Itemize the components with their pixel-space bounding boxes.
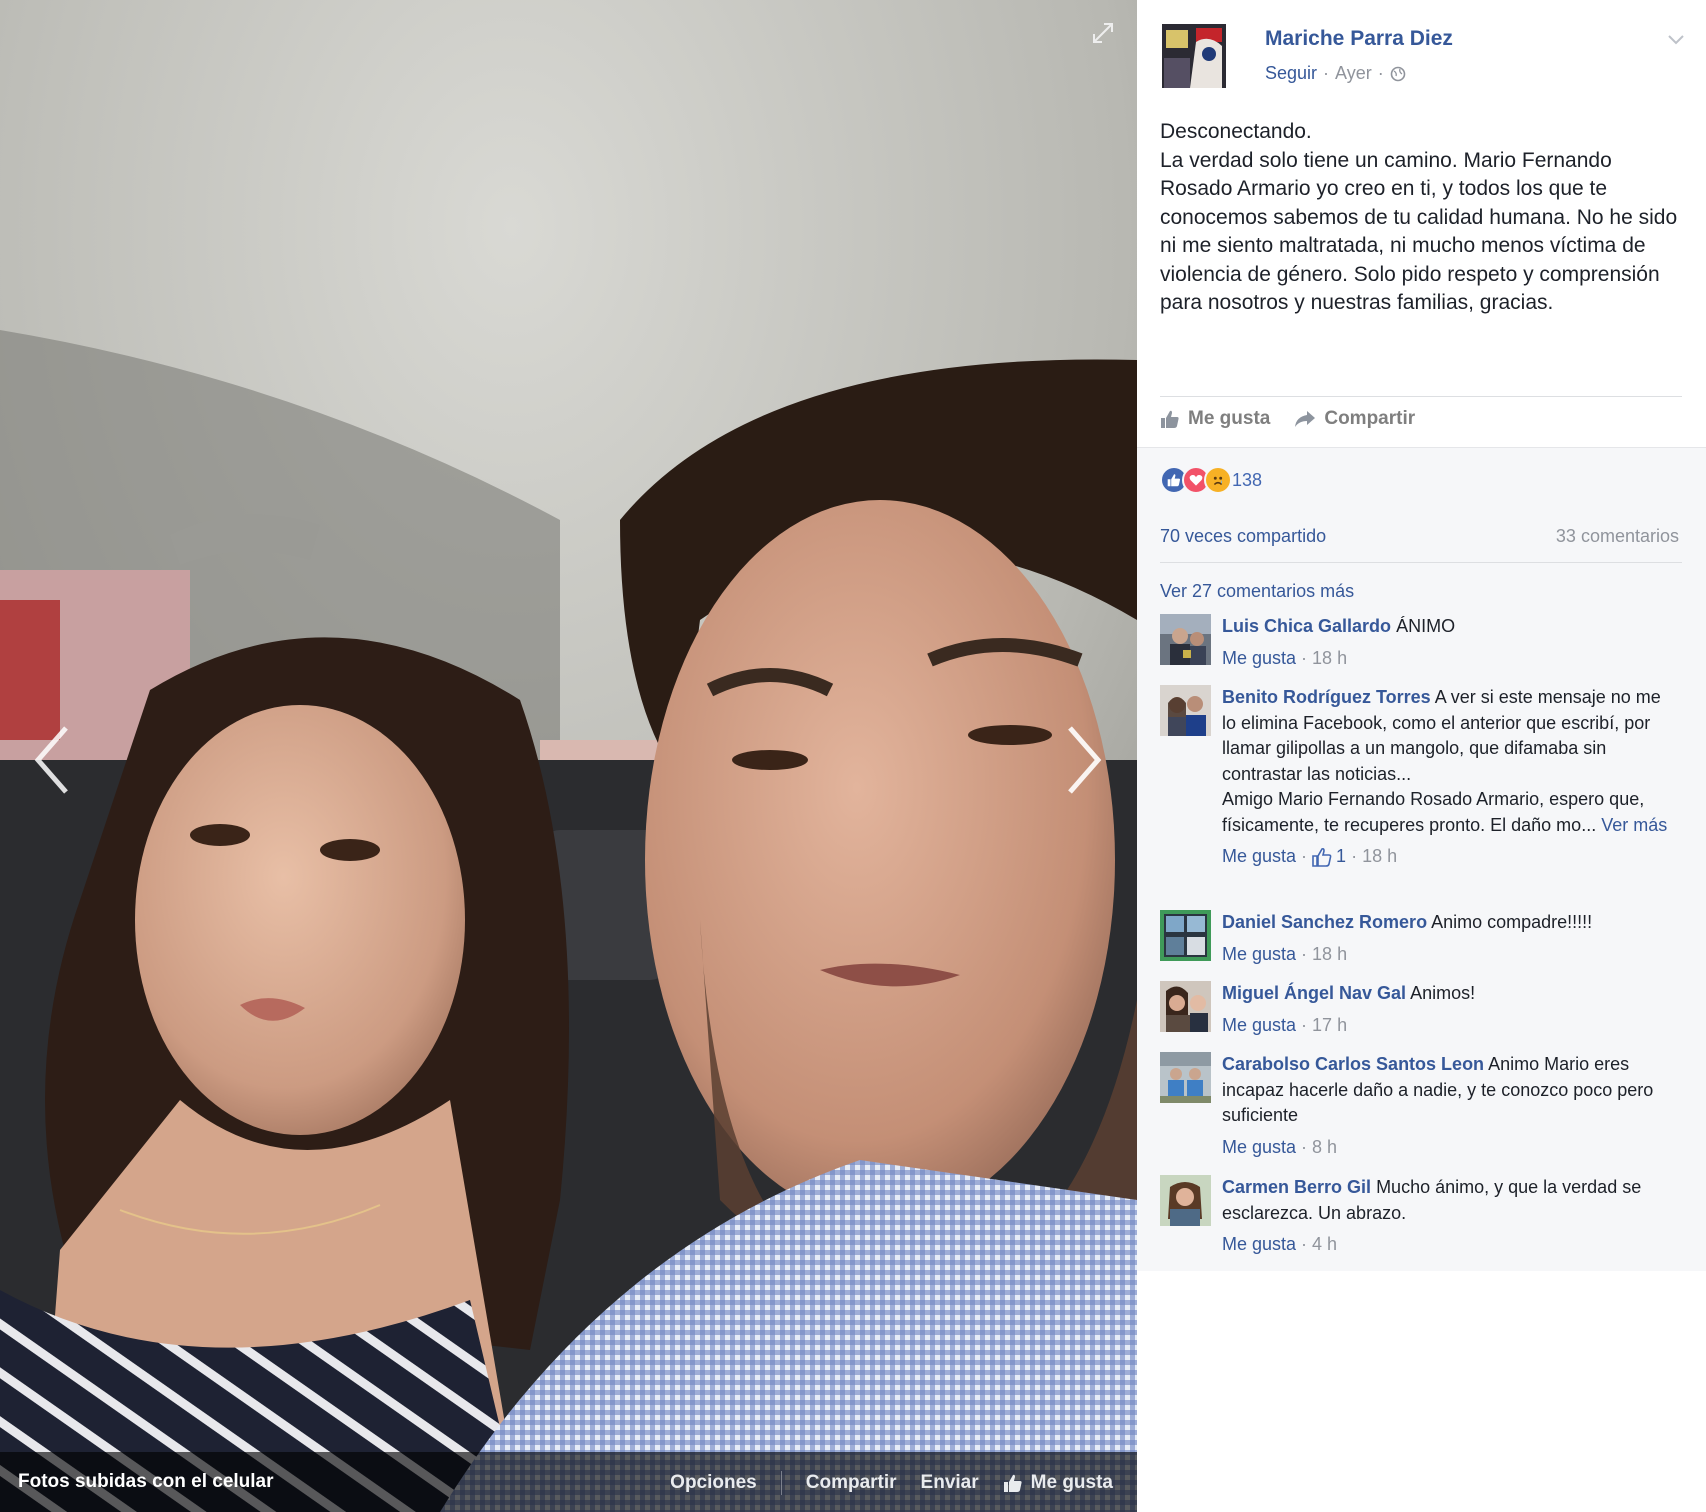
comment-author[interactable]: Luis Chica Gallardo: [1222, 616, 1391, 636]
comment-meta: Me gusta · 18 h: [1222, 646, 1677, 672]
post-sidebar: Mariche Parra Diez Seguir · Ayer · Desco…: [1137, 0, 1706, 1512]
share-label: Compartir: [1324, 408, 1416, 429]
post-time[interactable]: Ayer: [1335, 63, 1372, 84]
avatar[interactable]: [1160, 981, 1211, 1032]
follow-link[interactable]: Seguir: [1265, 63, 1317, 84]
sad-reaction-icon: [1204, 466, 1232, 494]
post-actions: Me gusta Compartir: [1160, 408, 1439, 430]
comment-meta: Me gusta · 1 · 18 h: [1222, 844, 1677, 870]
comment-meta: Me gusta · 18 h: [1222, 942, 1677, 968]
comment-meta: Me gusta · 8 h: [1222, 1135, 1677, 1161]
divider: [780, 1471, 782, 1495]
comment-author[interactable]: Carmen Berro Gil: [1222, 1177, 1371, 1197]
avatar[interactable]: [1160, 614, 1211, 665]
album-label[interactable]: Fotos subidas con el celular: [18, 1471, 274, 1493]
comment-time[interactable]: 18 h: [1362, 844, 1397, 870]
comment-time[interactable]: 18 h: [1312, 942, 1347, 968]
avatar[interactable]: [1162, 24, 1226, 88]
comment-meta: Me gusta · 17 h: [1222, 1013, 1677, 1039]
chevron-right-icon[interactable]: [1058, 720, 1108, 800]
comment-body: Luis Chica Gallardo ÁNIMO Me gusta · 18 h: [1222, 614, 1677, 671]
comment-author[interactable]: Carabolso Carlos Santos Leon: [1222, 1054, 1484, 1074]
separator-dot: ·: [1323, 63, 1330, 83]
comment-like-link[interactable]: Me gusta: [1222, 646, 1296, 672]
share-arrow-icon: [1295, 411, 1316, 427]
share-button[interactable]: Compartir: [806, 1472, 897, 1494]
comment-text: Animo compadre!!!!!: [1431, 912, 1593, 932]
comment-time[interactable]: 18 h: [1312, 646, 1347, 672]
author-name[interactable]: Mariche Parra Diez: [1265, 27, 1453, 51]
comment-meta: Me gusta · 4 h: [1222, 1232, 1677, 1258]
avatar[interactable]: [1160, 910, 1211, 961]
comment-body: Daniel Sanchez Romero Animo compadre!!!!…: [1222, 910, 1677, 967]
post-text-line: Desconectando.: [1160, 120, 1312, 143]
avatar[interactable]: [1160, 685, 1211, 736]
comment-text: Animos!: [1410, 983, 1476, 1003]
comment-like-count[interactable]: 1: [1336, 844, 1346, 870]
divider: [1160, 562, 1682, 563]
divider: [1160, 396, 1682, 397]
thumbs-up-icon: [1312, 847, 1332, 867]
send-button[interactable]: Enviar: [921, 1472, 979, 1494]
post-text-line: La verdad solo tiene un camino. Mario Fe…: [1160, 148, 1678, 315]
separator-dot: ·: [1301, 1136, 1308, 1157]
share-button[interactable]: Compartir: [1294, 408, 1415, 430]
comment-like-link[interactable]: Me gusta: [1222, 1013, 1296, 1039]
photo-footer-bar: Fotos subidas con el celular Opciones Co…: [0, 1452, 1137, 1512]
shares-link[interactable]: 70 veces compartido: [1160, 526, 1326, 547]
comment-time[interactable]: 17 h: [1312, 1013, 1347, 1039]
comment-author[interactable]: Miguel Ángel Nav Gal: [1222, 983, 1406, 1003]
comment-count[interactable]: 33 comentarios: [1556, 526, 1679, 547]
photo-actions: Opciones Compartir Enviar Me gusta: [646, 1471, 1113, 1495]
avatar[interactable]: [1160, 1052, 1211, 1103]
see-more-link[interactable]: Ver más: [1601, 815, 1667, 835]
chevron-left-icon[interactable]: [28, 720, 78, 800]
photo-viewer: Fotos subidas con el celular Opciones Co…: [0, 0, 1137, 1512]
see-more-comments-link[interactable]: Ver 27 comentarios más: [1160, 581, 1354, 602]
separator-dot: ·: [1301, 846, 1308, 866]
comment-like-link[interactable]: Me gusta: [1222, 942, 1296, 968]
comment-like-link[interactable]: Me gusta: [1222, 844, 1296, 870]
comment-body: Miguel Ángel Nav Gal Animos! Me gusta · 17…: [1222, 981, 1677, 1038]
comment-body: Benito Rodríguez Torres A ver si este me…: [1222, 685, 1677, 870]
selfie-photo: [0, 0, 1137, 1512]
thumbs-up-icon: [1003, 1474, 1022, 1492]
reactions-summary[interactable]: 138: [1160, 466, 1262, 494]
comment-text: ÁNIMO: [1396, 616, 1456, 636]
options-button[interactable]: Opciones: [670, 1472, 757, 1494]
comment-time[interactable]: 8 h: [1312, 1135, 1337, 1161]
separator-dot: ·: [1377, 63, 1384, 83]
avatar[interactable]: [1160, 1175, 1211, 1226]
globe-icon[interactable]: [1390, 66, 1406, 82]
comment-body: Carmen Berro Gil Mucho ánimo, y que la v…: [1222, 1175, 1677, 1258]
separator-dot: ·: [1351, 846, 1358, 866]
comment-like-link[interactable]: Me gusta: [1222, 1232, 1296, 1258]
comment-like-link[interactable]: Me gusta: [1222, 1135, 1296, 1161]
photo-like-label: Me gusta: [1030, 1472, 1113, 1493]
separator-dot: ·: [1301, 647, 1308, 668]
comment-author[interactable]: Daniel Sanchez Romero: [1222, 912, 1427, 932]
like-label: Me gusta: [1188, 408, 1271, 429]
chevron-down-icon[interactable]: [1667, 33, 1685, 47]
photo-like-button[interactable]: Me gusta: [1003, 1472, 1113, 1494]
post-text: Desconectando. La verdad solo tiene un c…: [1160, 118, 1680, 318]
separator-dot: ·: [1301, 1014, 1308, 1035]
post-header: Mariche Parra Diez Seguir · Ayer ·: [1162, 24, 1685, 90]
thumbs-up-icon: [1161, 410, 1179, 428]
expand-icon[interactable]: [1090, 20, 1116, 46]
post-meta: Seguir · Ayer ·: [1265, 63, 1406, 84]
comment-author[interactable]: Benito Rodríguez Torres: [1222, 687, 1431, 707]
reaction-count: 138: [1232, 469, 1263, 490]
comment-time[interactable]: 4 h: [1312, 1232, 1337, 1258]
separator-dot: ·: [1301, 943, 1308, 964]
comment-body: Carabolso Carlos Santos Leon Animo Mario…: [1222, 1052, 1677, 1160]
comment-text: Amigo Mario Fernando Rosado Armario, esp…: [1222, 789, 1645, 835]
like-button[interactable]: Me gusta: [1160, 408, 1270, 430]
separator-dot: ·: [1301, 1234, 1308, 1254]
